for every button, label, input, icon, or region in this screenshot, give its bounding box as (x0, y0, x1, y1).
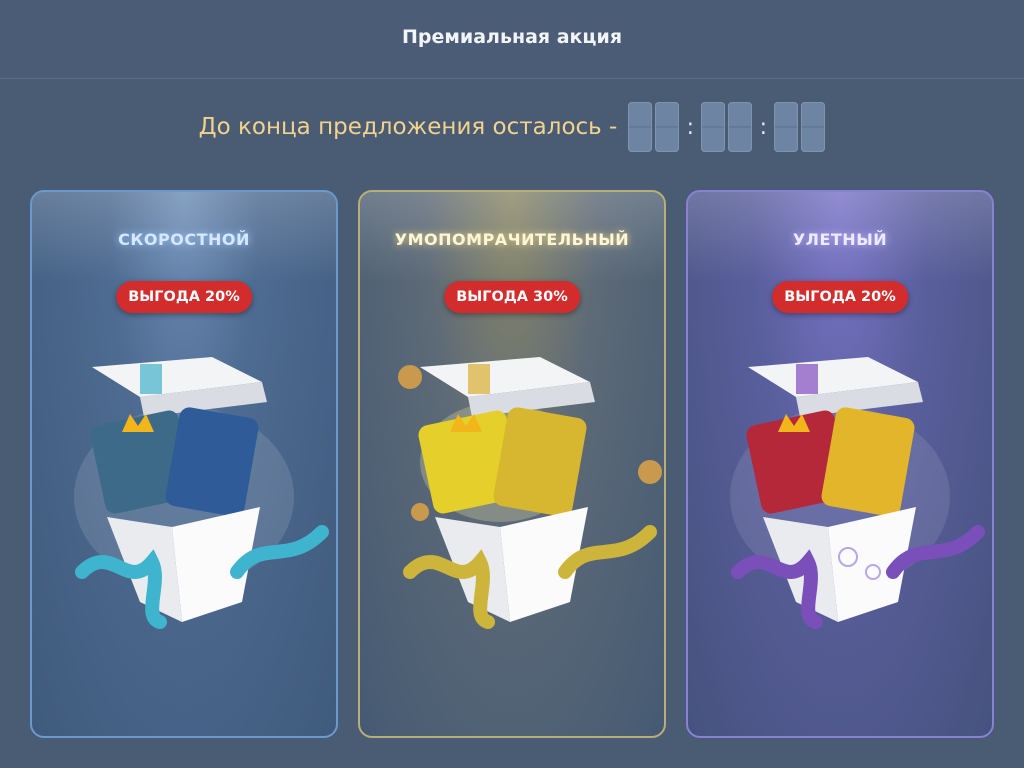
offer-title: УМОПОМРАЧИТЕЛЬНЫЙ (394, 230, 630, 249)
gift-box-icon (74, 357, 329, 629)
offer-card-flying[interactable]: УЛЕТНЫЙ ВЫГОДА 20% (686, 190, 994, 738)
discount-badge: ВЫГОДА 30% (444, 281, 580, 313)
timer-digit (801, 102, 826, 152)
offer-title: УЛЕТНЫЙ (792, 230, 888, 249)
timer-digit (655, 102, 680, 152)
gift-box-icon (398, 357, 662, 629)
discount-badge: ВЫГОДА 20% (772, 281, 908, 313)
offer-card-mindblowing[interactable]: УМОПОМРАЧИТЕЛЬНЫЙ ВЫГОДА 30% (358, 190, 666, 738)
timer-digit (701, 102, 726, 152)
timer-digit (728, 102, 753, 152)
timer-digit (774, 102, 799, 152)
timer-separator: : (759, 114, 768, 140)
offer-title: СКОРОСТНОЙ (118, 230, 250, 249)
page-header: Премиальная акция (0, 0, 1024, 79)
timer-digit (628, 102, 653, 152)
seconds-digits (774, 102, 826, 152)
timer-separator: : (686, 114, 695, 140)
page-title: Премиальная акция (401, 25, 623, 48)
countdown-timer: До конца предложения осталось - : : (0, 101, 1024, 153)
timer-label: До конца предложения осталось - (198, 114, 618, 140)
offer-card-speedy[interactable]: СКОРОСТНОЙ ВЫГОДА 20% (30, 190, 338, 738)
hours-digits (628, 102, 680, 152)
gift-box-icon (730, 357, 985, 629)
minutes-digits (701, 102, 753, 152)
discount-badge: ВЫГОДА 20% (116, 281, 252, 313)
